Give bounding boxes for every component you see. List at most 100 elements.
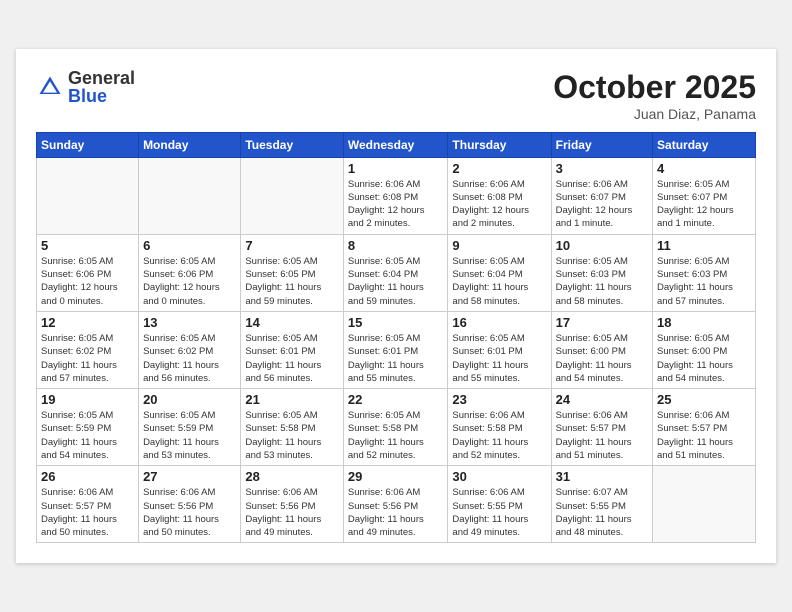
day-info: Sunrise: 6:06 AM Sunset: 6:08 PM Dayligh… [348,178,444,231]
calendar-cell-w1-d1: 6 Sunrise: 6:05 AM Sunset: 6:06 PM Daylig… [139,234,241,311]
day-number: 10 [556,238,648,253]
day-number: 23 [452,392,546,407]
header: General Blue October 2025 Juan Diaz, Pan… [36,69,756,122]
day-number: 18 [657,315,751,330]
calendar-cell-w3-d5: 24 Sunrise: 6:06 AM Sunset: 5:57 PM Dayli… [551,389,652,466]
day-info: Sunrise: 6:05 AM Sunset: 6:00 PM Dayligh… [657,332,751,385]
day-info: Sunrise: 6:05 AM Sunset: 6:05 PM Dayligh… [245,255,339,308]
day-info: Sunrise: 6:05 AM Sunset: 6:07 PM Dayligh… [657,178,751,231]
calendar-cell-w1-d2: 7 Sunrise: 6:05 AM Sunset: 6:05 PM Daylig… [241,234,344,311]
day-number: 24 [556,392,648,407]
calendar-cell-w4-d5: 31Sunrise: 6:07 AM Sunset: 5:55 PM Dayli… [551,466,652,543]
day-number: 1 [348,161,444,176]
day-info: Sunrise: 6:05 AM Sunset: 6:06 PM Dayligh… [41,255,134,308]
calendar-cell-w2-d0: 12 Sunrise: 6:05 AM Sunset: 6:02 PM Dayli… [37,311,139,388]
calendar-container: General Blue October 2025 Juan Diaz, Pan… [16,49,776,564]
day-info: Sunrise: 6:06 AM Sunset: 5:58 PM Dayligh… [452,409,546,462]
logo-blue-text: Blue [68,87,135,105]
calendar-cell-w4-d4: 30 Sunrise: 6:06 AM Sunset: 5:55 PM Dayli… [448,466,551,543]
day-number: 26 [41,469,134,484]
day-number: 21 [245,392,339,407]
logo-text: General Blue [68,69,135,105]
day-info: Sunrise: 6:06 AM Sunset: 5:57 PM Dayligh… [556,409,648,462]
day-info: Sunrise: 6:05 AM Sunset: 5:59 PM Dayligh… [143,409,236,462]
header-monday: Monday [139,132,241,157]
header-saturday: Saturday [653,132,756,157]
day-info: Sunrise: 6:06 AM Sunset: 5:57 PM Dayligh… [41,486,134,539]
day-number: 15 [348,315,444,330]
calendar-cell-w2-d3: 15 Sunrise: 6:05 AM Sunset: 6:01 PM Dayli… [343,311,448,388]
logo: General Blue [36,69,135,105]
day-number: 12 [41,315,134,330]
calendar-grid: Sunday Monday Tuesday Wednesday Thursday… [36,132,756,544]
day-number: 30 [452,469,546,484]
calendar-cell-w2-d2: 14 Sunrise: 6:05 AM Sunset: 6:01 PM Dayli… [241,311,344,388]
day-info: Sunrise: 6:05 AM Sunset: 6:01 PM Dayligh… [452,332,546,385]
week-row-2: 12 Sunrise: 6:05 AM Sunset: 6:02 PM Dayli… [37,311,756,388]
day-info: Sunrise: 6:06 AM Sunset: 5:55 PM Dayligh… [452,486,546,539]
day-number: 13 [143,315,236,330]
day-number: 28 [245,469,339,484]
calendar-cell-w0-d0 [37,157,139,234]
day-number: 6 [143,238,236,253]
calendar-cell-w0-d4: 2Sunrise: 6:06 AM Sunset: 6:08 PM Daylig… [448,157,551,234]
calendar-cell-w4-d2: 28 Sunrise: 6:06 AM Sunset: 5:56 PM Dayli… [241,466,344,543]
logo-icon [36,73,64,101]
header-tuesday: Tuesday [241,132,344,157]
calendar-cell-w3-d1: 20 Sunrise: 6:05 AM Sunset: 5:59 PM Dayli… [139,389,241,466]
day-number: 4 [657,161,751,176]
day-info: Sunrise: 6:05 AM Sunset: 6:03 PM Dayligh… [556,255,648,308]
calendar-cell-w4-d1: 27Sunrise: 6:06 AM Sunset: 5:56 PM Dayli… [139,466,241,543]
day-info: Sunrise: 6:05 AM Sunset: 6:06 PM Dayligh… [143,255,236,308]
logo-general-text: General [68,69,135,87]
calendar-cell-w1-d5: 10 Sunrise: 6:05 AM Sunset: 6:03 PM Dayli… [551,234,652,311]
calendar-cell-w1-d3: 8 Sunrise: 6:05 AM Sunset: 6:04 PM Daylig… [343,234,448,311]
header-wednesday: Wednesday [343,132,448,157]
day-number: 29 [348,469,444,484]
day-number: 5 [41,238,134,253]
day-info: Sunrise: 6:05 AM Sunset: 6:01 PM Dayligh… [348,332,444,385]
day-info: Sunrise: 6:05 AM Sunset: 6:02 PM Dayligh… [143,332,236,385]
day-number: 9 [452,238,546,253]
day-number: 11 [657,238,751,253]
day-number: 20 [143,392,236,407]
day-info: Sunrise: 6:05 AM Sunset: 5:59 PM Dayligh… [41,409,134,462]
title-block: October 2025 Juan Diaz, Panama [553,69,756,122]
day-info: Sunrise: 6:05 AM Sunset: 6:02 PM Dayligh… [41,332,134,385]
calendar-cell-w0-d1 [139,157,241,234]
week-row-3: 19 Sunrise: 6:05 AM Sunset: 5:59 PM Dayli… [37,389,756,466]
day-number: 14 [245,315,339,330]
calendar-cell-w2-d1: 13 Sunrise: 6:05 AM Sunset: 6:02 PM Dayli… [139,311,241,388]
header-friday: Friday [551,132,652,157]
day-number: 2 [452,161,546,176]
header-sunday: Sunday [37,132,139,157]
day-info: Sunrise: 6:05 AM Sunset: 5:58 PM Dayligh… [245,409,339,462]
day-number: 8 [348,238,444,253]
day-number: 17 [556,315,648,330]
day-number: 19 [41,392,134,407]
calendar-cell-w3-d2: 21 Sunrise: 6:05 AM Sunset: 5:58 PM Dayli… [241,389,344,466]
header-thursday: Thursday [448,132,551,157]
day-info: Sunrise: 6:06 AM Sunset: 5:56 PM Dayligh… [245,486,339,539]
day-number: 7 [245,238,339,253]
day-info: Sunrise: 6:05 AM Sunset: 6:04 PM Dayligh… [348,255,444,308]
calendar-cell-w2-d6: 18 Sunrise: 6:05 AM Sunset: 6:00 PM Dayli… [653,311,756,388]
calendar-cell-w1-d4: 9Sunrise: 6:05 AM Sunset: 6:04 PM Daylig… [448,234,551,311]
location-subtitle: Juan Diaz, Panama [553,106,756,122]
calendar-cell-w3-d6: 25Sunrise: 6:06 AM Sunset: 5:57 PM Dayli… [653,389,756,466]
day-number: 16 [452,315,546,330]
calendar-cell-w0-d5: 3Sunrise: 6:06 AM Sunset: 6:07 PM Daylig… [551,157,652,234]
day-number: 27 [143,469,236,484]
day-info: Sunrise: 6:06 AM Sunset: 5:57 PM Dayligh… [657,409,751,462]
calendar-cell-w4-d0: 26 Sunrise: 6:06 AM Sunset: 5:57 PM Dayli… [37,466,139,543]
day-info: Sunrise: 6:05 AM Sunset: 6:03 PM Dayligh… [657,255,751,308]
calendar-cell-w1-d0: 5 Sunrise: 6:05 AM Sunset: 6:06 PM Daylig… [37,234,139,311]
day-info: Sunrise: 6:05 AM Sunset: 5:58 PM Dayligh… [348,409,444,462]
calendar-cell-w0-d3: 1 Sunrise: 6:06 AM Sunset: 6:08 PM Daylig… [343,157,448,234]
day-info: Sunrise: 6:05 AM Sunset: 6:00 PM Dayligh… [556,332,648,385]
days-header-row: Sunday Monday Tuesday Wednesday Thursday… [37,132,756,157]
calendar-cell-w0-d2 [241,157,344,234]
day-info: Sunrise: 6:05 AM Sunset: 6:01 PM Dayligh… [245,332,339,385]
week-row-1: 5 Sunrise: 6:05 AM Sunset: 6:06 PM Daylig… [37,234,756,311]
month-title: October 2025 [553,69,756,106]
